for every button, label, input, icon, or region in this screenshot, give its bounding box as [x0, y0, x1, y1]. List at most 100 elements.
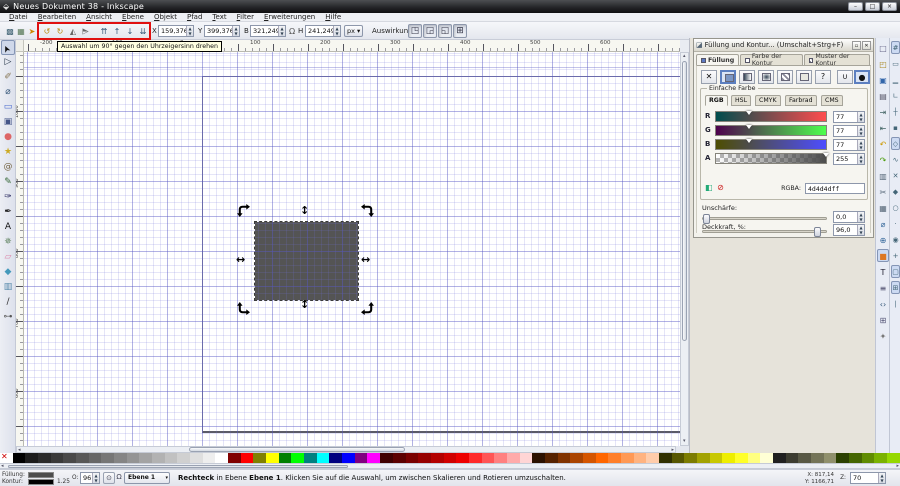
snap-paths-button[interactable]: ∿: [891, 153, 900, 166]
palette-swatch[interactable]: [570, 453, 583, 463]
menu-datei[interactable]: Datei: [4, 13, 33, 22]
palette-swatch[interactable]: [63, 453, 76, 463]
vertical-scroll-thumb[interactable]: [682, 61, 687, 341]
menu-text[interactable]: Text: [207, 13, 231, 22]
colorspace-tab-cmyk[interactable]: CMYK: [755, 95, 781, 106]
flip-horizontal-button[interactable]: ◭: [67, 24, 79, 38]
swatch-button[interactable]: [796, 70, 812, 84]
palette-swatch[interactable]: [672, 453, 685, 463]
palette-swatch[interactable]: [874, 453, 887, 463]
flip-vertical-button[interactable]: ◭: [80, 24, 92, 38]
palette-swatch[interactable]: [621, 453, 634, 463]
palette-swatch[interactable]: [583, 453, 596, 463]
linear-gradient-button[interactable]: [739, 70, 755, 84]
palette-swatch[interactable]: [634, 453, 647, 463]
palette-swatch[interactable]: [722, 453, 735, 463]
flat-color-button[interactable]: [720, 70, 736, 84]
fill-rule-evenodd-button[interactable]: ∪: [837, 70, 853, 84]
layer-select[interactable]: Ebene 1▾: [124, 472, 170, 484]
save-document-button[interactable]: ▣: [877, 73, 889, 86]
palette-swatch[interactable]: [418, 453, 431, 463]
palette-swatch[interactable]: [431, 453, 444, 463]
palette-swatch[interactable]: [177, 453, 190, 463]
new-document-button[interactable]: □: [877, 41, 889, 54]
slider-thumb[interactable]: [746, 111, 752, 115]
slider-thumb[interactable]: [823, 153, 829, 157]
zoom-spinbox[interactable]: 70▲▼: [850, 472, 886, 484]
palette-swatch[interactable]: [710, 453, 723, 463]
skew-handle-top[interactable]: ↕: [300, 205, 309, 216]
out-of-gamut-icon[interactable]: ⊘: [717, 183, 724, 192]
zoom-selection-button[interactable]: ⌀: [877, 217, 889, 230]
snap-cusp-nodes-button[interactable]: ◆: [891, 185, 900, 198]
spiral-tool[interactable]: @: [1, 160, 15, 175]
copy-button[interactable]: ▥: [877, 169, 889, 182]
snap-midpoints-button[interactable]: ·: [891, 217, 900, 230]
palette-swatch[interactable]: [849, 453, 862, 463]
rotate-cw-button[interactable]: ↻: [54, 24, 66, 38]
palette-swatch[interactable]: [139, 453, 152, 463]
vertical-scrollbar[interactable]: ▴ ▾: [680, 52, 689, 446]
palette-swatch[interactable]: [329, 453, 342, 463]
menu-pfad[interactable]: Pfad: [182, 13, 207, 22]
bucket-tool[interactable]: ◆: [1, 265, 15, 280]
dialog-shade-button[interactable]: ▫: [852, 41, 861, 50]
slider-thumb[interactable]: [746, 139, 752, 143]
palette-swatch[interactable]: [253, 453, 266, 463]
select-tool[interactable]: ➤: [1, 40, 15, 55]
slider-b[interactable]: [715, 139, 827, 150]
preferences-button[interactable]: ✦: [877, 329, 889, 342]
palette-swatch[interactable]: [38, 453, 51, 463]
palette-swatch[interactable]: [203, 453, 216, 463]
tab-farbe-der-kontur[interactable]: Farbe der Kontur: [740, 54, 802, 65]
palette-swatch[interactable]: [51, 453, 64, 463]
palette-swatch[interactable]: [520, 453, 533, 463]
palette-swatch[interactable]: [76, 453, 89, 463]
palette-swatch[interactable]: [469, 453, 482, 463]
close-button[interactable]: ×: [882, 2, 897, 11]
redo-button[interactable]: ↷: [877, 153, 889, 166]
unknown-paint-button[interactable]: ?: [815, 70, 831, 84]
slider-g[interactable]: [715, 125, 827, 136]
pencil-tool[interactable]: ✎: [1, 175, 15, 190]
menu-ansicht[interactable]: Ansicht: [81, 13, 117, 22]
align-dialog-button[interactable]: ⊞: [877, 313, 889, 326]
colorspace-tab-rgb[interactable]: RGB: [705, 95, 728, 106]
affect-gradients-button[interactable]: ◱: [438, 24, 452, 38]
slider-a[interactable]: [715, 153, 827, 164]
palette-swatch[interactable]: [494, 453, 507, 463]
open-document-button[interactable]: ◰: [877, 57, 889, 70]
star-tool[interactable]: ★: [1, 145, 15, 160]
palette-swatch[interactable]: [532, 453, 545, 463]
palette-swatch[interactable]: [393, 453, 406, 463]
paste-button[interactable]: ▦: [877, 201, 889, 214]
blur-spinbox[interactable]: 0,0▲▼: [833, 211, 865, 223]
palette-swatch[interactable]: [824, 453, 837, 463]
maximize-button[interactable]: □: [865, 2, 880, 11]
raise-button[interactable]: ↑: [111, 24, 123, 38]
layer-visibility-button[interactable]: ⊙: [103, 472, 115, 484]
snap-smooth-nodes-button[interactable]: ○: [891, 201, 900, 214]
palette-swatch[interactable]: [760, 453, 773, 463]
lock-ratio-icon[interactable]: Ω: [289, 27, 295, 36]
cut-button[interactable]: ✂: [877, 185, 889, 198]
snap-object-centers-button[interactable]: ◉: [891, 233, 900, 246]
snap-guides-button[interactable]: ∣: [891, 297, 900, 310]
spinbox-g[interactable]: 77▲▼: [833, 125, 865, 137]
lower-to-bottom-button[interactable]: ⇊: [137, 24, 149, 38]
skew-handle-bottom[interactable]: ↕: [300, 299, 309, 310]
snap-intersections-button[interactable]: ✕: [891, 169, 900, 182]
eraser-tool[interactable]: ▱: [1, 250, 15, 265]
node-tool[interactable]: ▷: [1, 55, 15, 70]
y-field[interactable]: 399,376▲▼: [204, 25, 240, 37]
spinbox-a[interactable]: 255▲▼: [833, 153, 865, 165]
colorspace-tab-cms[interactable]: CMS: [821, 95, 843, 106]
pen-tool[interactable]: ✑: [1, 190, 15, 205]
snap-bbox-button[interactable]: ▭: [891, 57, 900, 70]
palette-swatch[interactable]: [697, 453, 710, 463]
palette-swatch[interactable]: [862, 453, 875, 463]
palette-swatch[interactable]: [266, 453, 279, 463]
connector-tool[interactable]: ⊶: [1, 310, 15, 325]
palette-swatch[interactable]: [558, 453, 571, 463]
layer-lock-button[interactable]: Ω: [116, 472, 122, 484]
